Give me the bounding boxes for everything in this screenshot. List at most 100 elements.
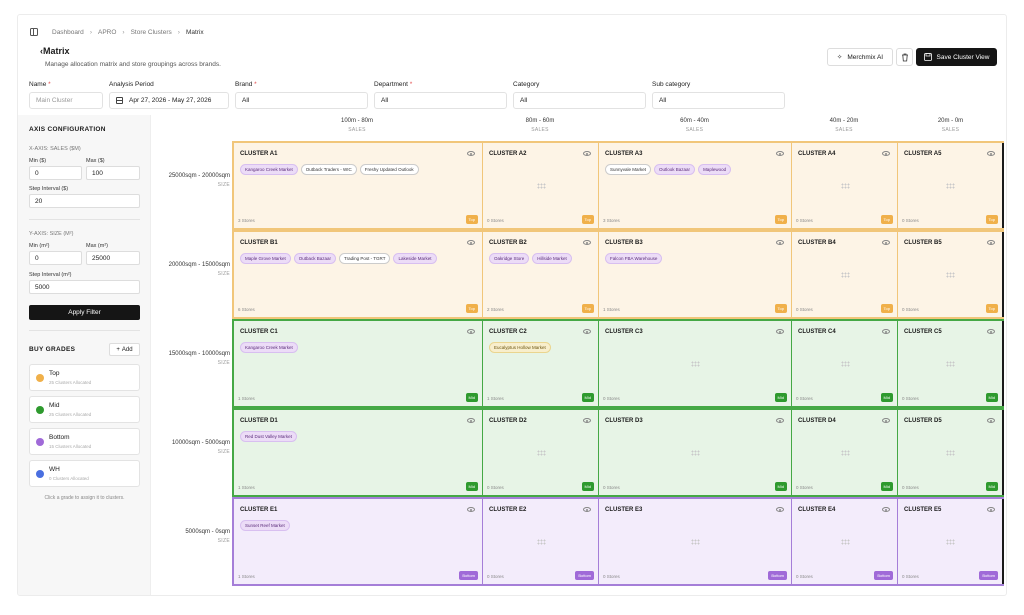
eye-icon[interactable] <box>467 151 475 156</box>
grade-badge[interactable]: Top <box>774 304 787 313</box>
cluster-cell[interactable]: CLUSTER E1 Sunset Reef Market 1 Stores Bott… <box>232 499 482 584</box>
eye-icon[interactable] <box>882 507 890 512</box>
grade-badge[interactable]: Top <box>880 215 893 224</box>
store-chip[interactable]: Red Dust Valley Market <box>240 431 297 442</box>
grade-badge[interactable]: Bottom <box>575 571 594 580</box>
cluster-cell[interactable]: CLUSTER D2 0 Stores Mid <box>482 410 598 495</box>
eye-icon[interactable] <box>776 507 784 512</box>
x-step-input[interactable]: 20 <box>29 194 140 208</box>
cluster-cell[interactable]: CLUSTER C2 Eucalyptus Hollow Market 1 Stor… <box>482 321 598 406</box>
store-chip[interactable]: Sunnyvale Market <box>605 164 652 175</box>
grade-badge[interactable]: Bottom <box>768 571 787 580</box>
grade-mid[interactable]: Mid 25 Clusters Allocated <box>29 396 140 423</box>
cluster-cell[interactable]: CLUSTER A1 Kangaroo Creek Market Outback T… <box>232 143 482 228</box>
eye-icon[interactable] <box>776 151 784 156</box>
cluster-cell[interactable]: CLUSTER E3 0 Stores Bottom <box>598 499 791 584</box>
grade-badge[interactable]: Mid <box>465 482 478 491</box>
x-max-input[interactable]: 100 <box>86 166 140 180</box>
cluster-cell[interactable]: CLUSTER D1 Red Dust Valley Market 1 Stores… <box>232 410 482 495</box>
cluster-cell[interactable]: CLUSTER E4 0 Stores Bottom <box>791 499 897 584</box>
cluster-cell[interactable]: CLUSTER C1 Kangaroo Creek Market 1 Stores M… <box>232 321 482 406</box>
grade-badge[interactable]: Bottom <box>459 571 478 580</box>
grade-bottom[interactable]: Bottom 15 Clusters Allocated <box>29 428 140 455</box>
grade-top[interactable]: Top 25 Clusters Allocated <box>29 364 140 391</box>
cluster-cell[interactable]: CLUSTER B5 0 Stores Top <box>897 232 1004 317</box>
store-chip[interactable]: Freshy Updated Outlook <box>359 164 419 175</box>
grade-badge[interactable]: Mid <box>880 393 893 402</box>
eye-icon[interactable] <box>987 151 995 156</box>
grade-badge[interactable]: Top <box>465 304 478 313</box>
y-step-input[interactable]: 5000 <box>29 280 140 294</box>
eye-icon[interactable] <box>583 240 591 245</box>
delete-button[interactable] <box>896 48 913 66</box>
store-chip[interactable]: Eucalyptus Hollow Market <box>489 342 551 353</box>
eye-icon[interactable] <box>882 329 890 334</box>
store-chip[interactable]: Outback Bazaar <box>293 253 337 264</box>
cluster-cell[interactable]: CLUSTER C5 0 Stores Mid <box>897 321 1004 406</box>
eye-icon[interactable] <box>882 151 890 156</box>
cluster-cell[interactable]: CLUSTER C4 0 Stores Mid <box>791 321 897 406</box>
eye-icon[interactable] <box>583 151 591 156</box>
cluster-cell[interactable]: CLUSTER E2 0 Stores Bottom <box>482 499 598 584</box>
merchmix-ai-button[interactable]: ✧ Merchmix AI <box>827 48 893 66</box>
cluster-cell[interactable]: CLUSTER D5 0 Stores Mid <box>897 410 1004 495</box>
eye-icon[interactable] <box>776 418 784 423</box>
y-min-input[interactable]: 0 <box>29 251 82 265</box>
x-min-input[interactable]: 0 <box>29 166 82 180</box>
department-select[interactable]: All <box>374 92 507 109</box>
breadcrumb-item[interactable]: Store Clusters <box>131 29 172 36</box>
grade-badge[interactable]: Top <box>880 304 893 313</box>
store-chip[interactable]: Sunset Reef Market <box>240 520 290 531</box>
cluster-cell[interactable]: CLUSTER A4 0 Stores Top <box>791 143 897 228</box>
eye-icon[interactable] <box>882 418 890 423</box>
cluster-cell[interactable]: CLUSTER C3 0 Stores Mid <box>598 321 791 406</box>
grade-badge[interactable]: Bottom <box>979 571 998 580</box>
save-cluster-view-button[interactable]: Save Cluster View <box>916 48 997 66</box>
eye-icon[interactable] <box>583 329 591 334</box>
store-chip[interactable]: Falcon FBA Warehouse <box>605 253 663 264</box>
eye-icon[interactable] <box>583 507 591 512</box>
category-select[interactable]: All <box>513 92 646 109</box>
breadcrumb-item[interactable]: Dashboard <box>52 29 84 36</box>
eye-icon[interactable] <box>776 240 784 245</box>
breadcrumb-item[interactable]: APRO <box>98 29 116 36</box>
store-chip[interactable]: Kangaroo Creek Market <box>240 164 298 175</box>
grade-badge[interactable]: Top <box>985 304 998 313</box>
grade-wh[interactable]: WH 0 Clusters Allocated <box>29 460 140 487</box>
grade-badge[interactable]: Mid <box>581 482 594 491</box>
cluster-cell[interactable]: CLUSTER A3 Sunnyvale Market Outlook Bazaar… <box>598 143 791 228</box>
eye-icon[interactable] <box>467 507 475 512</box>
store-chip[interactable]: Maplewood <box>698 164 732 175</box>
period-picker[interactable]: Apr 27, 2026 - May 27, 2026 <box>109 92 229 109</box>
y-max-input[interactable]: 25000 <box>86 251 140 265</box>
cluster-cell[interactable]: CLUSTER D3 0 Stores Mid <box>598 410 791 495</box>
cluster-cell[interactable]: CLUSTER B2 Oakridge Store Hillside Market 2… <box>482 232 598 317</box>
cluster-cell[interactable]: CLUSTER E5 0 Stores Bottom <box>897 499 1004 584</box>
grade-badge[interactable]: Mid <box>985 393 998 402</box>
grade-badge[interactable]: Top <box>581 215 594 224</box>
grade-badge[interactable]: Mid <box>880 482 893 491</box>
eye-icon[interactable] <box>987 329 995 334</box>
eye-icon[interactable] <box>987 507 995 512</box>
grade-badge[interactable]: Top <box>985 215 998 224</box>
store-chip[interactable]: Outlook Bazaar <box>654 164 696 175</box>
eye-icon[interactable] <box>882 240 890 245</box>
cluster-cell[interactable]: CLUSTER B4 0 Stores Top <box>791 232 897 317</box>
subcategory-select[interactable]: All <box>652 92 785 109</box>
grade-badge[interactable]: Mid <box>465 393 478 402</box>
store-chip[interactable]: Kangaroo Creek Market <box>240 342 298 353</box>
eye-icon[interactable] <box>987 418 995 423</box>
store-chip[interactable]: Oakridge Store <box>489 253 530 264</box>
store-chip[interactable]: Hillside Market <box>532 253 572 264</box>
store-chip[interactable]: Outback Traders - WIC <box>300 164 357 175</box>
grade-badge[interactable]: Bottom <box>874 571 893 580</box>
cluster-cell[interactable]: CLUSTER A2 0 Stores Top <box>482 143 598 228</box>
grade-badge[interactable]: Mid <box>985 482 998 491</box>
eye-icon[interactable] <box>467 240 475 245</box>
apply-filter-button[interactable]: Apply Filter <box>29 305 140 320</box>
grade-badge[interactable]: Top <box>581 304 594 313</box>
sidebar-toggle-icon[interactable] <box>30 28 38 36</box>
store-chip[interactable]: Lakeside Market <box>393 253 437 264</box>
eye-icon[interactable] <box>987 240 995 245</box>
brand-select[interactable]: All <box>235 92 368 109</box>
